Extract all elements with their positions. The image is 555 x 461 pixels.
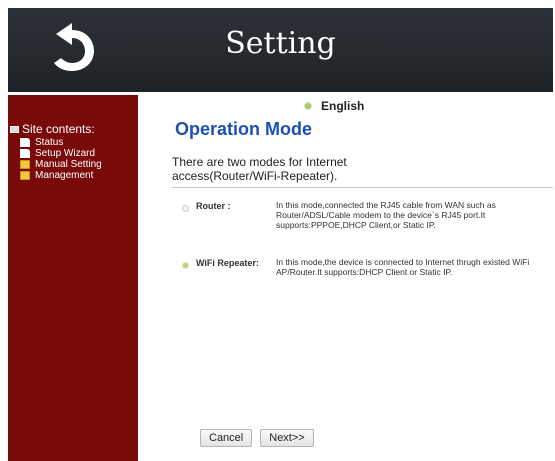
mode-label: WiFi Repeater:	[196, 258, 259, 268]
router-radio[interactable]	[182, 205, 189, 212]
folder-icon	[20, 160, 30, 169]
intro-text: There are two modes for Internet access(…	[172, 155, 347, 183]
document-icon	[20, 138, 30, 147]
folder-icon	[20, 171, 30, 180]
wifi-repeater-radio[interactable]	[182, 262, 189, 269]
sidebar-item-status[interactable]: Status	[10, 137, 102, 148]
sidebar: Site contents: Status Setup Wizard Manua…	[8, 95, 138, 461]
divider	[172, 187, 553, 188]
site-contents-heading: Site contents:	[10, 122, 102, 136]
sidebar-item-management[interactable]: Management	[10, 170, 102, 181]
mode-label: Router :	[196, 201, 231, 211]
main-content: English Operation Mode There are two mod…	[140, 95, 553, 461]
header-bar: Setting	[8, 8, 553, 92]
section-title: Operation Mode	[175, 119, 313, 139]
document-icon	[20, 149, 30, 158]
language-selector[interactable]: English	[304, 99, 364, 113]
sidebar-item-label: Manual Setting	[35, 159, 102, 170]
bullet-icon	[304, 102, 312, 110]
next-button[interactable]: Next>>	[260, 429, 314, 447]
app-frame: Setting Site contents: Status Setup Wiza…	[0, 0, 555, 461]
sidebar-item-manual-setting[interactable]: Manual Setting	[10, 159, 102, 170]
sidebar-item-label: Setup Wizard	[35, 148, 96, 159]
site-contents-title: Site contents:	[22, 122, 95, 136]
cancel-button[interactable]: Cancel	[200, 429, 253, 447]
mode-description: In this mode,connected the RJ45 cable fr…	[276, 200, 496, 230]
sidebar-item-label: Status	[35, 137, 64, 148]
page-title: Setting	[225, 26, 336, 61]
site-contents-tree: Site contents: Status Setup Wizard Manua…	[10, 122, 102, 181]
mode-description: In this mode,the device is connected to …	[276, 257, 530, 277]
sidebar-item-setup-wizard[interactable]: Setup Wizard	[10, 148, 102, 159]
sidebar-item-label: Management	[35, 170, 94, 181]
language-label: English	[321, 99, 365, 113]
button-bar: Cancel Next>>	[200, 429, 314, 447]
computer-icon	[10, 125, 19, 133]
